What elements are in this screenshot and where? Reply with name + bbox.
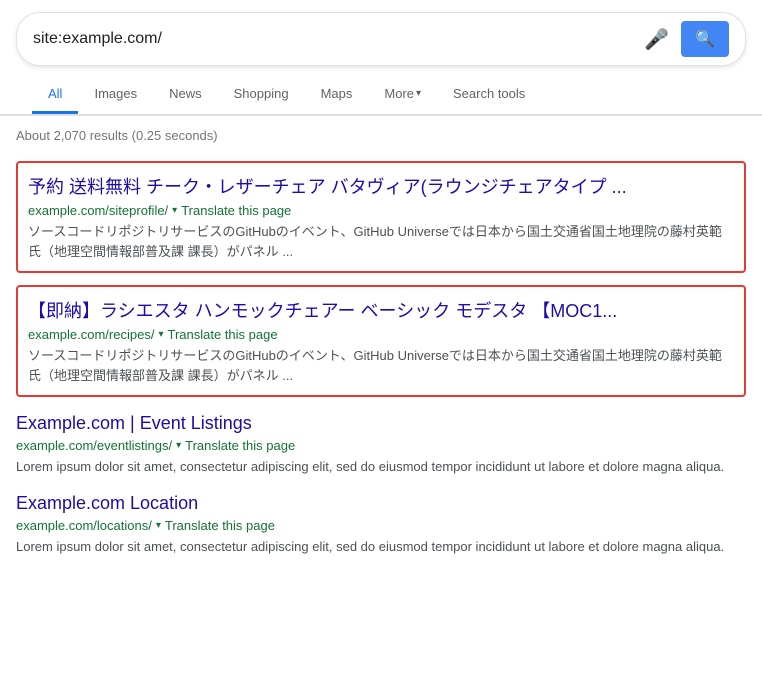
- tab-images[interactable]: Images: [78, 76, 153, 114]
- result-dropdown-arrow-4[interactable]: ▾: [156, 520, 161, 531]
- mic-icon[interactable]: 🎤: [644, 27, 669, 52]
- result-snippet-4: Lorem ipsum dolor sit amet, consectetur …: [16, 537, 746, 557]
- translate-link-1[interactable]: Translate this page: [181, 203, 291, 218]
- search-bar-wrapper: 🎤 🔍 All Images News Shopping Maps More ▾…: [0, 0, 762, 115]
- tab-shopping[interactable]: Shopping: [218, 76, 305, 114]
- result-url-2: example.com/recipes/: [28, 327, 154, 342]
- result-title-2[interactable]: 【即納】ラシエスタ ハンモックチェアー ベーシック モデスタ 【MOC1...: [28, 297, 734, 323]
- tab-all[interactable]: All: [32, 76, 78, 114]
- translate-link-4[interactable]: Translate this page: [165, 518, 275, 533]
- result-title-3[interactable]: Example.com | Event Listings: [16, 413, 746, 434]
- tab-news[interactable]: News: [153, 76, 218, 114]
- result-url-line-2: example.com/recipes/ ▾ Translate this pa…: [28, 327, 734, 342]
- tab-search-tools[interactable]: Search tools: [437, 76, 541, 114]
- search-input[interactable]: [33, 30, 644, 48]
- result-title-1[interactable]: 予約 送料無料 チーク・レザーチェア バタヴィア(ラウンジチェアタイプ ...: [28, 173, 734, 199]
- result-item-3: Example.com | Event Listings example.com…: [16, 413, 746, 477]
- result-dropdown-arrow-3[interactable]: ▾: [176, 440, 181, 451]
- result-url-4: example.com/locations/: [16, 518, 152, 533]
- result-snippet-1: ソースコードリポジトリサービスのGitHubのイベント、GitHub Unive…: [28, 222, 734, 261]
- results-info: About 2,070 results (0.25 seconds): [0, 116, 762, 149]
- search-bar: 🎤 🔍: [16, 12, 746, 66]
- result-dropdown-arrow-1[interactable]: ▾: [172, 205, 177, 216]
- result-url-line-4: example.com/locations/ ▾ Translate this …: [16, 518, 746, 533]
- search-button[interactable]: 🔍: [681, 21, 729, 57]
- translate-link-2[interactable]: Translate this page: [167, 327, 277, 342]
- result-item-4: Example.com Location example.com/locatio…: [16, 493, 746, 557]
- result-url-line-3: example.com/eventlistings/ ▾ Translate t…: [16, 438, 746, 453]
- result-snippet-3: Lorem ipsum dolor sit amet, consectetur …: [16, 457, 746, 477]
- result-snippet-2: ソースコードリポジトリサービスのGitHubのイベント、GitHub Unive…: [28, 346, 734, 385]
- results-container: 予約 送料無料 チーク・レザーチェア バタヴィア(ラウンジチェアタイプ ... …: [0, 161, 762, 556]
- chevron-down-icon: ▾: [416, 88, 421, 99]
- result-item-2: 【即納】ラシエスタ ハンモックチェアー ベーシック モデスタ 【MOC1... …: [16, 285, 746, 397]
- result-url-1: example.com/siteprofile/: [28, 203, 168, 218]
- nav-tabs: All Images News Shopping Maps More ▾ Sea…: [16, 76, 746, 114]
- search-icons: 🎤 🔍: [644, 21, 729, 57]
- result-url-3: example.com/eventlistings/: [16, 438, 172, 453]
- tab-maps[interactable]: Maps: [305, 76, 369, 114]
- result-url-line-1: example.com/siteprofile/ ▾ Translate thi…: [28, 203, 734, 218]
- tab-more-label: More: [384, 86, 414, 101]
- translate-link-3[interactable]: Translate this page: [185, 438, 295, 453]
- result-dropdown-arrow-2[interactable]: ▾: [158, 329, 163, 340]
- tab-more[interactable]: More ▾: [368, 76, 437, 114]
- result-item-1: 予約 送料無料 チーク・レザーチェア バタヴィア(ラウンジチェアタイプ ... …: [16, 161, 746, 273]
- result-title-4[interactable]: Example.com Location: [16, 493, 746, 514]
